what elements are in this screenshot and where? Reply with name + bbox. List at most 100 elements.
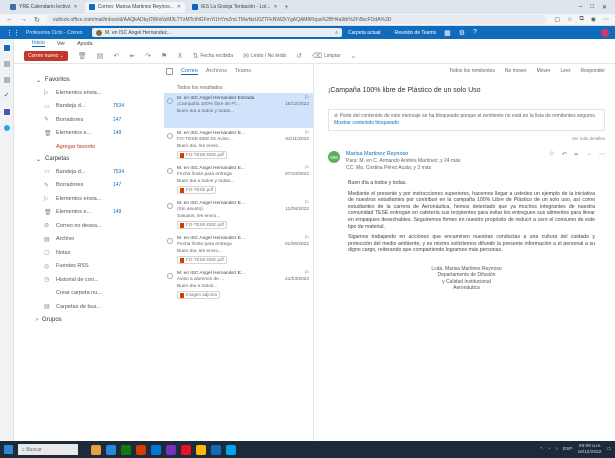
folder-item[interactable]: ◷ Historial de con... [36, 273, 154, 287]
tab-ver[interactable]: Ver [57, 41, 65, 47]
folder-item[interactable]: ◎ Fuentes RSS [36, 260, 154, 274]
read-unread-button[interactable]: ✉ Leído / No leído [243, 52, 286, 60]
taskbar-app-icon[interactable] [136, 444, 146, 455]
folder-item[interactable]: 🗑 Elementos e... 149 [36, 206, 154, 220]
flag-icon[interactable]: ⚑ [161, 52, 167, 60]
taskbar-app-icon[interactable] [151, 444, 161, 455]
taskbar-app-icon[interactable] [106, 444, 116, 455]
select-message-checkbox[interactable] [167, 203, 173, 209]
reader-icon[interactable]: ▢ [554, 16, 560, 23]
folders-header[interactable]: ⌄ Carpetas [36, 153, 154, 165]
more-icon[interactable]: ⋯ [603, 16, 609, 23]
reload-icon[interactable]: ↻ [34, 16, 40, 24]
clock[interactable]: 09:59 a.m. 16/12/2022 [577, 444, 601, 455]
select-message-checkbox[interactable] [167, 273, 173, 279]
message-row[interactable]: M. en ISC Angel Hernandez E... ⚐ Fecha lím… [164, 163, 313, 198]
reply-all-icon[interactable]: ↞ [129, 52, 135, 60]
ribbon-more-icon[interactable]: ⌄ [350, 52, 356, 60]
url-field[interactable]: outlook.office.com/mail/inbox/id/AAQkADk… [46, 15, 548, 24]
folder-item[interactable]: ▭ Bandeja d... 7534 [36, 100, 154, 114]
attachment-chip[interactable]: FO-TESE-DEE.pdf [177, 220, 227, 230]
folder-item[interactable]: ▤ Carpetas de bus... [36, 300, 154, 314]
sweep-button[interactable]: ⌫ Limpiar [312, 52, 340, 60]
taskbar-app-icon[interactable] [211, 444, 221, 455]
tab-correo[interactable]: Correo [181, 68, 198, 75]
message-row[interactable]: M. en ISC Angel Hernandez E... ⚐ (Sin asun… [164, 198, 313, 233]
move-button[interactable]: Mover [537, 68, 551, 74]
taskbar-search[interactable]: ⌕ Buscar [18, 444, 78, 455]
folder-item[interactable]: ✎ Borradores 147 [36, 113, 154, 127]
teams-meeting-button[interactable]: Reunión de Teams [395, 30, 437, 36]
volume-icon[interactable]: ♪ [555, 447, 557, 452]
attachment-chip[interactable]: FO-TESE.pdf [177, 185, 217, 195]
message-row[interactable]: M. en ISC Angel Hernandez E... ⚐ FO-TESE-D… [164, 128, 313, 163]
reply-icon[interactable]: ↶ [562, 151, 567, 172]
todo-icon[interactable]: ✓ [4, 92, 10, 99]
folder-item[interactable]: ▷ Elementos envia... [36, 86, 154, 100]
message-row[interactable]: M. en ISC Angel Hernandez E... ⚐ Aviso a a… [164, 268, 313, 303]
network-icon[interactable]: ◔ [548, 447, 551, 452]
new-tab-button[interactable]: + [285, 4, 289, 11]
tab-inicio[interactable]: Inicio [32, 40, 45, 47]
search-icon[interactable]: ⌕ [335, 30, 338, 36]
notifications-icon[interactable]: ▭ [606, 447, 611, 452]
reply-all-icon[interactable]: ↞ [574, 151, 579, 172]
pin-icon[interactable]: ⊼ [177, 52, 182, 60]
settings-icon[interactable]: ⚙ [459, 29, 465, 37]
delete-icon[interactable]: 🗑 [78, 52, 87, 60]
taskbar-app-icon[interactable] [91, 444, 101, 455]
folder-item[interactable]: 🗑 Elementos e... 149 [36, 127, 154, 141]
folder-item[interactable]: ▢ Notas [36, 246, 154, 260]
attachment-chip[interactable]: Imagen adjunta [177, 290, 221, 300]
reply-icon[interactable]: ↶ [113, 52, 119, 60]
favorite-icon[interactable]: ☆ [567, 16, 572, 23]
select-message-checkbox[interactable] [167, 168, 173, 174]
browser-tab[interactable]: YRE Calendario lectivo ✕ [6, 1, 82, 13]
select-message-checkbox[interactable] [167, 133, 173, 139]
browser-tab[interactable]: Correo: Marisa Martinez Reynos... ✕ [84, 1, 185, 13]
select-message-checkbox[interactable] [167, 238, 173, 244]
recipients-cc[interactable]: CC: Ma. Cristina Pérez Acala; y 3 más [346, 165, 543, 172]
taskbar-app-icon[interactable] [121, 444, 131, 455]
taskbar-app-icon[interactable] [166, 444, 176, 455]
taskbar-app-icon[interactable] [181, 444, 191, 455]
folder-item[interactable]: ▷ Elementos envia... [36, 192, 154, 206]
calendar-rail-icon[interactable] [3, 61, 10, 67]
help-icon[interactable]: ? [473, 29, 477, 36]
windows-start-icon[interactable] [4, 445, 13, 454]
forward-icon[interactable]: → [586, 151, 592, 172]
no-move-button[interactable]: No mover [505, 68, 527, 74]
undo-icon[interactable]: ↺ [296, 52, 302, 60]
close-window-button[interactable]: ✕ [602, 4, 607, 11]
chevron-up-icon[interactable]: ^ [540, 447, 542, 452]
attachment-chip[interactable]: FO-TESE-DEE.pdf [177, 255, 227, 265]
favorites-header[interactable]: ⌄ Favoritos [36, 74, 154, 86]
attachment-chip[interactable]: FO-TESE-DEE.pdf [177, 150, 227, 160]
all-senders-button[interactable]: Todos los remitentes [449, 68, 495, 74]
groups-header[interactable]: › Grupos [36, 314, 154, 326]
message-row[interactable]: M. en ISC Angel Hernandez E... ⚐ Fecha lím… [164, 233, 313, 268]
search-box[interactable]: M. en ISC Angel Hernandez... ⌕ [92, 28, 342, 37]
minimize-button[interactable]: – [579, 4, 582, 11]
select-message-checkbox[interactable] [167, 98, 173, 104]
message-row[interactable]: M. en ISC Angel Hernandez Estrada ⚐ ¡Campa… [164, 93, 313, 128]
profile-icon[interactable]: ◉ [591, 16, 596, 23]
respond-button[interactable]: Responder [581, 68, 605, 74]
taskbar-app-icon[interactable] [226, 444, 236, 455]
archive-icon[interactable]: ▤ [97, 52, 104, 60]
search-scope[interactable]: Carpeta actual [348, 30, 381, 36]
collections-icon[interactable]: ⧉ [579, 16, 583, 23]
close-tab-icon[interactable]: ✕ [73, 4, 77, 10]
close-tab-icon[interactable]: ✕ [273, 4, 277, 10]
new-mail-button[interactable]: Correo nuevo ⌄ [24, 50, 68, 61]
folder-item[interactable]: Crear carpeta nu... [36, 287, 154, 301]
tab-ayuda[interactable]: Ayuda [77, 41, 93, 47]
forward-icon[interactable]: → [20, 16, 27, 23]
app-launcher-icon[interactable]: ⋮⋮ [6, 29, 20, 37]
tab-teams[interactable]: Teams [235, 68, 251, 74]
more-icon[interactable]: ⋯ [599, 151, 605, 172]
tab-archivos[interactable]: Archivos [206, 68, 227, 74]
folder-item[interactable]: ✎ Borradores 147 [36, 179, 154, 193]
people-icon[interactable] [3, 77, 10, 83]
close-tab-icon[interactable]: ✕ [177, 4, 181, 10]
